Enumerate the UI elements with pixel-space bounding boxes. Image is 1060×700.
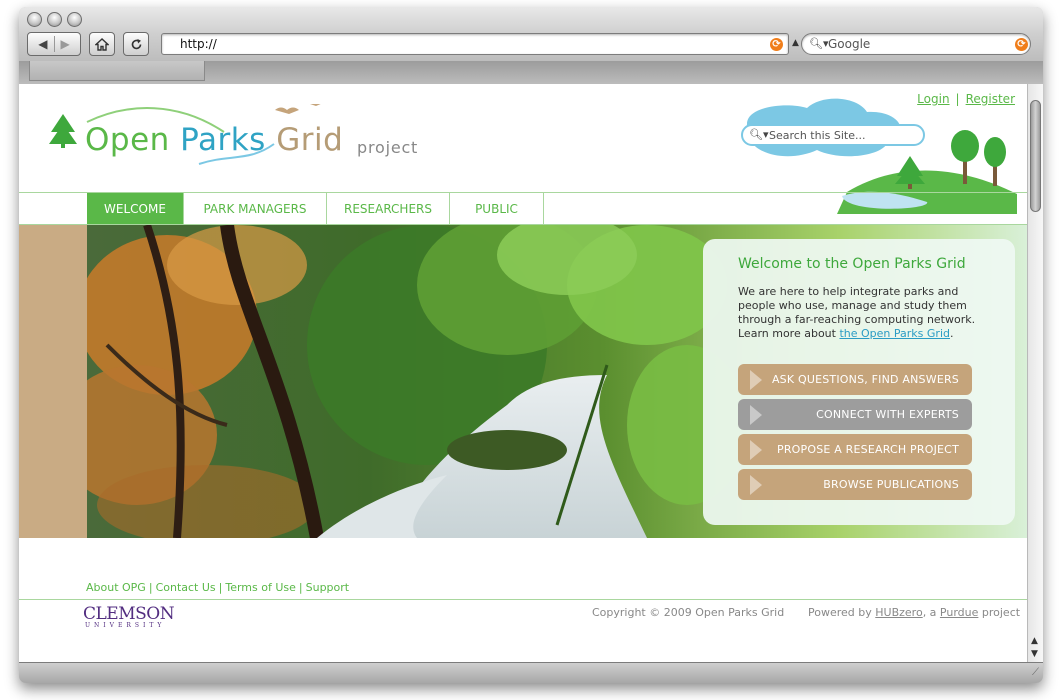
footer-divider [19, 599, 1027, 600]
browse-publications-button[interactable]: BROWSE PUBLICATIONS [738, 469, 972, 500]
footer-support-link[interactable]: Support [306, 581, 349, 594]
status-bar: ⟋ [19, 662, 1043, 683]
welcome-title: Welcome to the Open Parks Grid [738, 256, 966, 272]
footer-links: About OPG | Contact Us | Terms of Use | Suppor… [86, 581, 350, 594]
address-bar[interactable]: http:// [161, 33, 789, 55]
footer-contact-link[interactable]: Contact Us [156, 581, 216, 594]
welcome-text: We are here to help integrate parks and … [738, 285, 976, 340]
site-search-icon: 🔍︎▾ [749, 128, 769, 141]
powered-by-text: Powered by HUBzero, a Purdue project [808, 606, 1021, 619]
clemson-wordmark: CLEMSON [83, 604, 175, 624]
hubzero-link[interactable]: HUBzero [875, 606, 922, 619]
home-button[interactable] [89, 32, 115, 56]
play-arrow-icon [750, 405, 762, 425]
tab-current[interactable] [29, 61, 205, 81]
resize-grip-icon[interactable]: ⟋ [1032, 667, 1039, 678]
minimize-window-button[interactable] [47, 12, 62, 27]
back-icon[interactable]: ◀ [38, 37, 47, 51]
logo-open: Open [85, 122, 170, 158]
rss-icon[interactable]: ⟳ [770, 38, 783, 51]
scrollbar-thumb[interactable] [1030, 100, 1041, 212]
propose-research-button[interactable]: PROPOSE A RESEARCH PROJECT [738, 434, 972, 465]
hero-banner: Welcome to the Open Parks Grid We are he… [19, 225, 1027, 538]
reload-icon [131, 38, 141, 49]
search-icon: 🔍︎▾ [809, 37, 829, 50]
scroll-down-icon[interactable]: ▼ [1031, 649, 1038, 659]
nav-park-managers[interactable]: PARK MANAGERS [184, 193, 327, 224]
copyright-text: Copyright © 2009 Open Parks Grid [592, 606, 785, 619]
logo-project: project [357, 138, 419, 157]
nav-public[interactable]: PUBLIC [450, 193, 544, 224]
play-arrow-icon [750, 370, 762, 390]
zoom-window-button[interactable] [67, 12, 82, 27]
connect-experts-button[interactable]: CONNECT WITH EXPERTS [738, 399, 972, 430]
nav-welcome[interactable]: WELCOME [87, 193, 184, 224]
open-parks-grid-link[interactable]: the Open Parks Grid [839, 327, 950, 340]
reload-button[interactable] [123, 32, 149, 56]
logo-grid: Grid [276, 122, 344, 158]
clemson-subtitle: UNIVERSITY [85, 622, 166, 629]
play-arrow-icon [750, 440, 762, 460]
welcome-panel: Welcome to the Open Parks Grid We are he… [703, 239, 1015, 525]
close-window-button[interactable] [27, 12, 42, 27]
browser-window: ◀ ▶ http:// ⟳ ▲ 🔍︎▾ Google ⟳ Open Parks … [19, 7, 1043, 683]
search-go-icon[interactable]: ⟳ [1015, 38, 1028, 51]
tab-strip [19, 61, 1043, 85]
site-search-input[interactable]: 🔍︎▾ Search this Site... [741, 124, 925, 146]
snapback-icon[interactable]: ▲ [792, 38, 799, 48]
back-forward-buttons[interactable]: ◀ ▶ [27, 32, 81, 56]
scroll-up-icon[interactable]: ▲ [1031, 636, 1038, 646]
ask-questions-button[interactable]: ASK QUESTIONS, FIND ANSWERS [738, 364, 972, 395]
logo-text: Open Parks Grid [85, 122, 343, 158]
nav-researchers[interactable]: RESEARCHERS [327, 193, 450, 224]
site-logo[interactable]: Open Parks Grid project [49, 104, 429, 184]
page-content: Open Parks Grid project Login | Register 🔍… [19, 84, 1027, 662]
browser-toolbar: ◀ ▶ http:// ⟳ ▲ 🔍︎▾ Google ⟳ [19, 7, 1043, 85]
purdue-link[interactable]: Purdue [940, 606, 978, 619]
forward-icon[interactable]: ▶ [61, 37, 70, 51]
main-navigation: WELCOME PARK MANAGERS RESEARCHERS PUBLIC [19, 192, 1027, 225]
logo-parks: Parks [180, 122, 266, 158]
footer-about-link[interactable]: About OPG [86, 581, 146, 594]
play-arrow-icon [750, 475, 762, 495]
footer-terms-link[interactable]: Terms of Use [225, 581, 296, 594]
home-icon [95, 37, 109, 51]
vertical-scrollbar[interactable]: ▲ ▼ [1027, 84, 1043, 662]
clemson-logo[interactable]: CLEMSON UNIVERSITY [83, 604, 175, 629]
browser-search-field[interactable]: 🔍︎▾ Google [801, 33, 1031, 55]
